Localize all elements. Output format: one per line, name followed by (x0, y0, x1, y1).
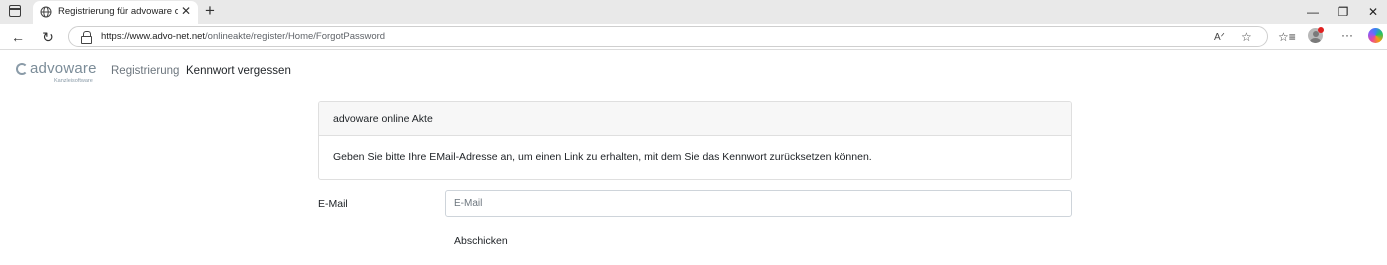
nav-link-registration[interactable]: Registrierung (111, 65, 179, 77)
tab-title: Registrierung für advoware online (58, 6, 178, 17)
more-icon[interactable]: ··· (1341, 27, 1353, 43)
page-content: advoware Kanzleisoftware Registrierung K… (0, 51, 1387, 265)
minimize-icon[interactable]: — (1298, 2, 1328, 22)
email-label: E-Mail (318, 198, 348, 210)
url-text[interactable]: https://www.advo-net.net/onlineakte/regi… (101, 31, 385, 42)
advoware-logo[interactable]: advoware Kanzleisoftware (16, 60, 98, 85)
plus-icon[interactable]: + (205, 1, 215, 21)
info-card: advoware online Akte Geben Sie bitte Ihr… (318, 101, 1072, 180)
card-title: advoware online Akte (319, 102, 1071, 136)
email-input[interactable] (445, 190, 1072, 217)
favorites-icon[interactable]: ☆≡ (1278, 29, 1296, 45)
restore-icon[interactable]: ❐ (1328, 2, 1358, 22)
logo-text: advoware (30, 60, 97, 77)
lock-icon[interactable] (81, 31, 92, 44)
back-icon[interactable]: ← (9, 28, 27, 46)
submit-button[interactable]: Abschicken (445, 231, 517, 251)
reload-icon[interactable]: ↻ (39, 28, 57, 46)
read-aloud-icon[interactable]: Aᐟ (1214, 30, 1225, 46)
logo-subtitle: Kanzleisoftware (54, 78, 93, 84)
nav-link-forgot-password[interactable]: Kennwort vergessen (186, 65, 291, 77)
window-menu-icon[interactable] (9, 5, 21, 17)
browser-tab-bar: Registrierung für advoware online ✕ + — … (0, 0, 1387, 24)
star-icon[interactable]: ☆ (1241, 29, 1252, 45)
close-window-icon[interactable]: ✕ (1358, 2, 1387, 22)
globe-icon (40, 6, 52, 18)
card-body-text: Geben Sie bitte Ihre EMail-Adresse an, u… (333, 151, 872, 163)
close-icon[interactable]: ✕ (181, 4, 191, 18)
browser-tab[interactable]: Registrierung für advoware online ✕ (33, 1, 198, 24)
address-toolbar: ← ↻ https://www.advo-net.net/onlineakte/… (0, 24, 1387, 50)
logo-mark-icon (16, 63, 28, 75)
copilot-icon[interactable] (1368, 28, 1383, 43)
profile-notification-dot (1318, 27, 1324, 33)
address-bar[interactable]: https://www.advo-net.net/onlineakte/regi… (68, 26, 1268, 47)
